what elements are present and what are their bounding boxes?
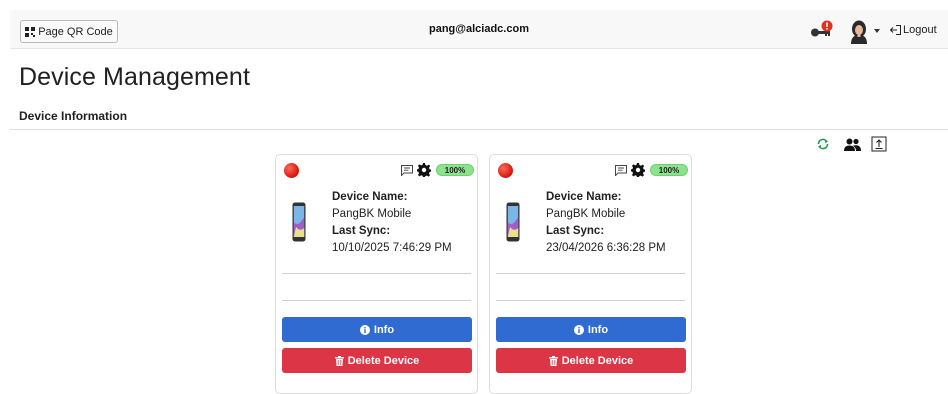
delete-device-button[interactable]: Delete Device	[282, 348, 472, 373]
device-status-indicator	[498, 163, 513, 178]
smartphone-icon	[506, 202, 520, 242]
page-qr-code-label: Page QR Code	[38, 25, 113, 38]
logout-icon	[890, 25, 901, 35]
export-button[interactable]	[870, 135, 888, 153]
battery-badge: 100%	[650, 164, 688, 176]
device-card: 100% Device Name: PangBK Mobile Last Syn…	[489, 154, 692, 394]
device-name-value: PangBK Mobile	[546, 208, 626, 220]
delete-device-button[interactable]: Delete Device	[496, 348, 686, 373]
message-icon[interactable]	[615, 165, 627, 176]
smartphone-icon	[292, 202, 306, 242]
section-divider	[10, 129, 948, 130]
device-card: 100% Device Name: PangBK Mobile Last Syn…	[275, 154, 478, 394]
message-icon[interactable]	[401, 165, 413, 176]
info-circle-icon	[359, 324, 370, 335]
battery-badge: 100%	[436, 164, 474, 176]
device-status-indicator	[284, 163, 299, 178]
key-alert-icon[interactable]	[810, 20, 836, 40]
user-avatar-icon[interactable]	[848, 20, 870, 44]
gear-icon[interactable]	[631, 163, 645, 177]
section-title: Device Information	[19, 109, 128, 123]
info-button-label: Info	[373, 323, 395, 336]
device-name-label: Device Name:	[546, 191, 622, 203]
info-button[interactable]: Info	[282, 317, 472, 342]
card-divider	[496, 273, 685, 274]
trash-icon	[548, 355, 558, 366]
info-button[interactable]: Info	[496, 317, 686, 342]
info-button-label: Info	[587, 323, 609, 336]
device-name-label: Device Name:	[332, 191, 408, 203]
export-icon	[871, 136, 887, 152]
last-sync-label: Last Sync:	[332, 225, 391, 237]
logout-label: Logout	[903, 24, 937, 36]
last-sync-label: Last Sync:	[546, 225, 605, 237]
delete-device-label: Delete Device	[347, 354, 420, 367]
device-info: Device Name: PangBK Mobile Last Sync: 23…	[546, 189, 666, 257]
refresh-button[interactable]	[814, 135, 832, 153]
delete-device-label: Delete Device	[561, 354, 634, 367]
page-title: Device Management	[19, 63, 250, 91]
top-navbar: Page QR Code pang@alciadc.com Logout	[10, 10, 948, 49]
refresh-icon	[817, 138, 829, 150]
logout-button[interactable]: Logout	[890, 24, 937, 36]
chevron-down-icon[interactable]	[874, 29, 880, 33]
user-email: pang@alciadc.com	[429, 23, 529, 35]
card-divider	[282, 273, 471, 274]
device-info: Device Name: PangBK Mobile Last Sync: 10…	[332, 189, 452, 257]
qr-code-icon	[25, 26, 36, 37]
page-qr-code-button[interactable]: Page QR Code	[20, 20, 118, 43]
card-divider	[496, 300, 685, 301]
device-name-value: PangBK Mobile	[332, 208, 412, 220]
last-sync-value: 23/04/2026 6:36:28 PM	[546, 242, 666, 254]
last-sync-value: 10/10/2025 7:46:29 PM	[332, 242, 452, 254]
gear-icon[interactable]	[417, 163, 431, 177]
info-circle-icon	[573, 324, 584, 335]
users-icon	[843, 138, 861, 151]
trash-icon	[334, 355, 344, 366]
card-divider	[282, 300, 471, 301]
users-button[interactable]	[843, 135, 861, 153]
